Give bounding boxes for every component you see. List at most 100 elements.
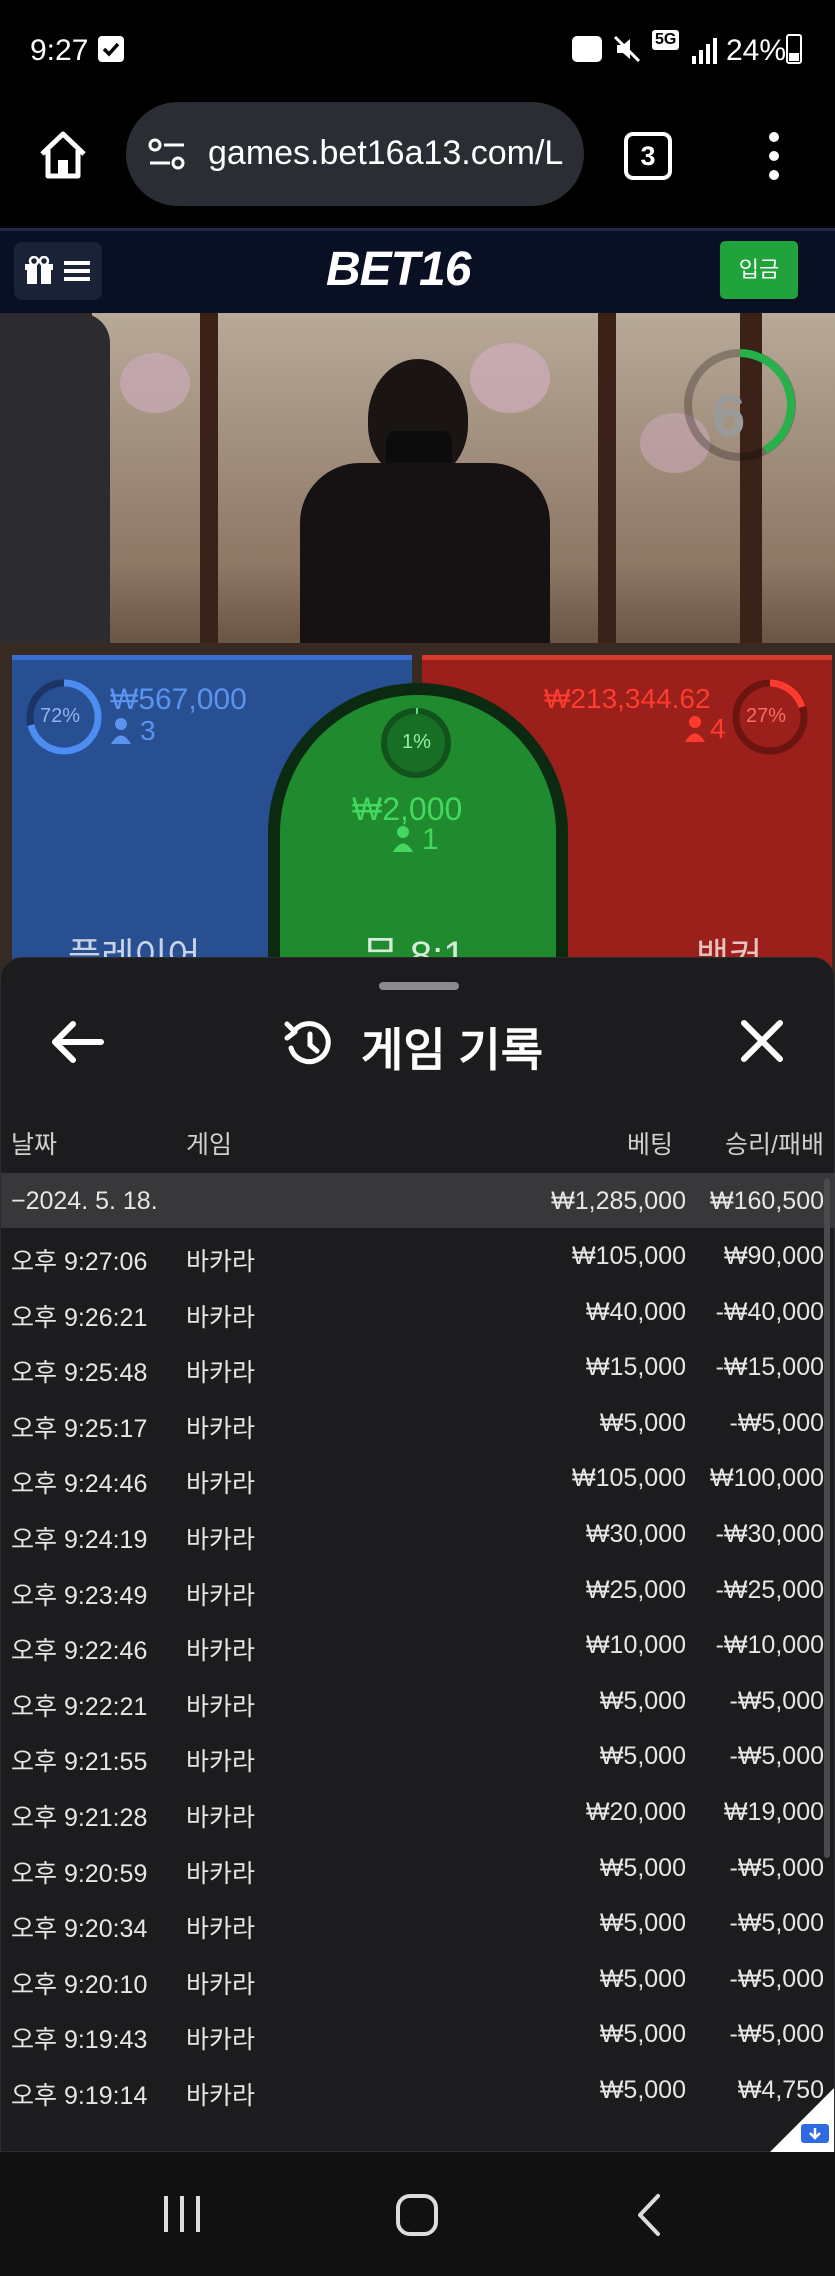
home-circle-icon[interactable] [394,2192,440,2238]
site-info-icon[interactable] [148,136,186,172]
table-row[interactable]: 오후 9:22:21 바카라 ₩5,000 -₩5,000 [1,1673,835,1728]
sheet-title: 게임 기록 [361,1024,544,1076]
banker-amount: ₩213,344.62 [544,683,711,714]
table-row[interactable]: 오후 9:24:46 바카라 ₩105,000 ₩100,000 [1,1450,835,1505]
table-row[interactable]: 오후 9:20:10 바카라 ₩5,000 -₩5,000 [1,1951,835,2006]
row-time: 오후 9:22:46 [11,1637,148,1666]
battery-icon [786,34,802,64]
row-time: 오후 9:19:43 [11,2026,148,2055]
table-row[interactable]: 오후 9:21:55 바카라 ₩5,000 -₩5,000 [1,1728,835,1783]
col-game: 게임 [186,1131,233,1159]
system-nav-bar [0,2152,835,2276]
row-game: 바카라 [186,1637,256,1666]
row-game: 바카라 [186,1915,256,1944]
table-row[interactable]: 오후 9:24:19 바카라 ₩30,000 -₩30,000 [1,1506,835,1561]
col-result: 승리/패배 [725,1131,824,1159]
row-time: 오후 9:25:48 [11,1359,148,1388]
row-time: 오후 9:19:14 [11,2082,148,2110]
table-row[interactable]: 오후 9:21:28 바카라 ₩20,000 ₩19,000 [1,1784,835,1839]
history-icon [284,1021,331,1065]
row-game: 바카라 [186,1581,256,1610]
row-game: 바카라 [186,1526,256,1554]
row-game: 바카라 [186,2082,256,2110]
table-row[interactable]: 오후 9:26:21 바카라 ₩40,000 -₩40,000 [1,1284,835,1339]
row-game: 바카라 [186,1414,256,1443]
sheet-drag-handle[interactable] [379,982,459,990]
row-result: -₩5,000 [729,1742,824,1771]
row-bet: ₩40,000 [585,1297,686,1326]
row-bet: ₩5,000 [599,1742,686,1771]
row-time: 오후 9:24:19 [11,1526,148,1554]
row-game: 바카라 [186,1970,256,1999]
row-time: 오후 9:27:06 [11,1248,148,1276]
live-video: 6 72% ₩567,000 3 플레이어 27% ₩213,344.62 4 … [0,313,835,993]
table-header: 날짜 게임 베팅 승리/패배 [1,1115,835,1165]
row-bet: ₩20,000 [585,1798,686,1826]
table-row[interactable]: 오후 9:22:46 바카라 ₩10,000 -₩10,000 [1,1617,835,1672]
table-row[interactable]: 오후 9:23:49 바카라 ₩25,000 -₩25,000 [1,1562,835,1617]
summary-row[interactable]: −2024. 5. 18. ₩1,285,000 ₩160,500 [1,1173,835,1228]
row-result: -₩5,000 [729,1964,824,1993]
player-amount: ₩567,000 [110,683,247,716]
table-row[interactable]: 오후 9:27:06 바카라 ₩105,000 ₩90,000 [1,1228,835,1283]
table-row[interactable]: 오후 9:19:14 바카라 ₩5,000 ₩4,750 [1,2062,835,2117]
row-result: -₩40,000 [715,1297,824,1326]
tie-amount: ₩2,000 [352,791,463,827]
row-result: -₩10,000 [715,1631,824,1660]
table-row[interactable]: 오후 9:25:17 바카라 ₩5,000 -₩5,000 [1,1395,835,1450]
nav-back-icon[interactable] [632,2192,666,2238]
row-game: 바카라 [186,1359,256,1388]
url-text[interactable]: games.bet16a13.com/L [208,134,563,173]
deposit-button[interactable]: 입금 [720,241,798,299]
table-row[interactable]: 오후 9:20:34 바카라 ₩5,000 -₩5,000 [1,1895,835,1950]
row-result: -₩5,000 [729,1853,824,1882]
tie-count: 1 [422,823,439,856]
row-time: 오후 9:20:59 [11,1859,148,1888]
table-row[interactable]: 오후 9:25:48 바카라 ₩15,000 -₩15,000 [1,1339,835,1394]
row-time: 오후 9:20:10 [11,1970,148,1999]
person-icon [111,718,131,744]
row-game: 바카라 [186,1303,256,1332]
scrollbar[interactable] [824,1178,830,1858]
summary-date: −2024. 5. 18. [11,1187,158,1215]
network-type: 5G [652,30,680,50]
row-bet: ₩105,000 [572,1464,686,1493]
gift-icon [25,256,53,284]
site-logo[interactable]: BET16 [326,242,471,297]
status-time: 9:27 [30,34,89,67]
row-game: 바카라 [186,1748,256,1777]
row-time: 오후 9:21:28 [11,1804,148,1832]
dealer-assistant [0,313,110,643]
back-arrow-icon[interactable] [49,1018,105,1066]
recents-icon[interactable] [160,2192,204,2236]
row-bet: ₩5,000 [599,1686,686,1715]
countdown-value: 6 [712,382,746,449]
home-icon[interactable] [36,128,90,182]
row-result: -₩5,000 [729,1909,824,1938]
row-bet: ₩30,000 [585,1520,686,1548]
address-bar[interactable]: games.bet16a13.com/L [126,102,584,206]
row-bet: ₩105,000 [572,1242,686,1270]
summary-result: ₩160,500 [710,1187,824,1215]
row-bet: ₩5,000 [599,1909,686,1938]
close-icon[interactable] [739,1018,785,1064]
col-bet: 베팅 [626,1131,673,1159]
row-result: -₩15,000 [715,1353,824,1382]
row-game: 바카라 [186,1804,256,1832]
banker-count: 4 [710,713,726,744]
upload-status-icon [572,36,602,62]
row-bet: ₩25,000 [585,1575,686,1604]
row-bet: ₩5,000 [599,2020,686,2049]
table-row[interactable]: 오후 9:19:43 바카라 ₩5,000 -₩5,000 [1,2006,835,2061]
tab-count-button[interactable]: 3 [624,132,672,180]
row-time: 오후 9:26:21 [11,1303,148,1332]
table-row[interactable]: 오후 9:20:59 바카라 ₩5,000 -₩5,000 [1,1840,835,1895]
more-icon[interactable] [760,128,788,184]
menu-icon [64,261,90,281]
row-result: ₩4,750 [737,2076,824,2104]
menu-button[interactable] [14,242,102,300]
download-icon [801,2124,829,2143]
row-result: -₩5,000 [729,1686,824,1715]
row-bet: ₩10,000 [585,1631,686,1660]
checkbox-icon [98,36,124,62]
